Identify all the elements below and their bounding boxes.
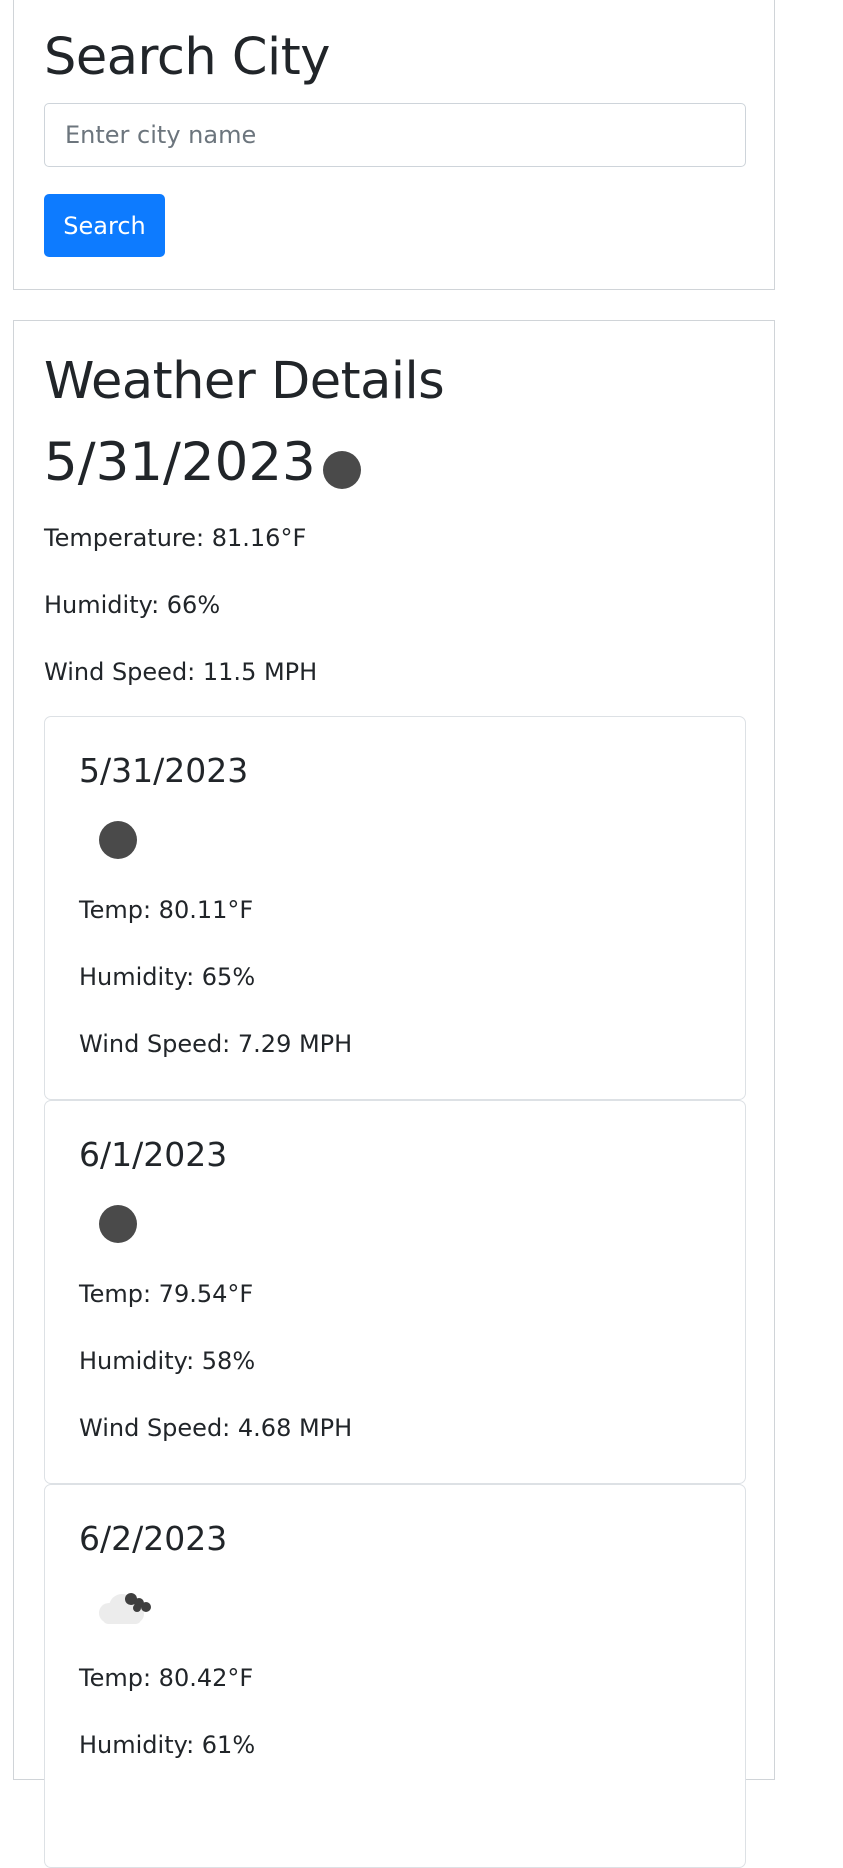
forecast-card: 5/31/2023 Temp: 80.11°F Humidity: 65% Wi…: [44, 716, 746, 1100]
weather-icon: [99, 821, 137, 859]
search-title: Search City: [44, 28, 330, 87]
search-panel: Search City Search: [13, 0, 775, 290]
forecast-date: 6/1/2023: [79, 1135, 228, 1174]
current-date: 5/31/2023: [44, 432, 316, 493]
weather-icon: [99, 1205, 137, 1243]
forecast-temp: Temp: 80.42°F: [79, 1664, 254, 1692]
current-wind-speed: Wind Speed: 11.5 MPH: [44, 658, 318, 686]
forecast-temp: Temp: 79.54°F: [79, 1280, 254, 1308]
current-humidity: Humidity: 66%: [44, 591, 221, 619]
current-temperature: Temperature: 81.16°F: [44, 524, 307, 552]
forecast-wind-speed: Wind Speed: 7.29 MPH: [79, 1030, 353, 1058]
forecast-date: 5/31/2023: [79, 751, 249, 790]
cloud-icon: [99, 1593, 151, 1624]
forecast-temp: Temp: 80.11°F: [79, 896, 254, 924]
forecast-card: 6/2/2023 Temp: 80.42°F Humidity: 61%: [44, 1484, 746, 1868]
weather-icon: [323, 451, 361, 489]
forecast-card: 6/1/2023 Temp: 79.54°F Humidity: 58% Win…: [44, 1100, 746, 1484]
weather-details-title: Weather Details: [44, 352, 445, 411]
weather-details-panel: Weather Details 5/31/2023 Temperature: 8…: [13, 320, 775, 1868]
forecast-humidity: Humidity: 58%: [79, 1347, 256, 1375]
forecast-wind-speed: Wind Speed: 4.68 MPH: [79, 1414, 353, 1442]
forecast-humidity: Humidity: 61%: [79, 1731, 256, 1759]
forecast-date: 6/2/2023: [79, 1519, 228, 1558]
city-search-input[interactable]: [44, 103, 746, 167]
forecast-humidity: Humidity: 65%: [79, 963, 256, 991]
search-button[interactable]: Search: [44, 194, 165, 257]
